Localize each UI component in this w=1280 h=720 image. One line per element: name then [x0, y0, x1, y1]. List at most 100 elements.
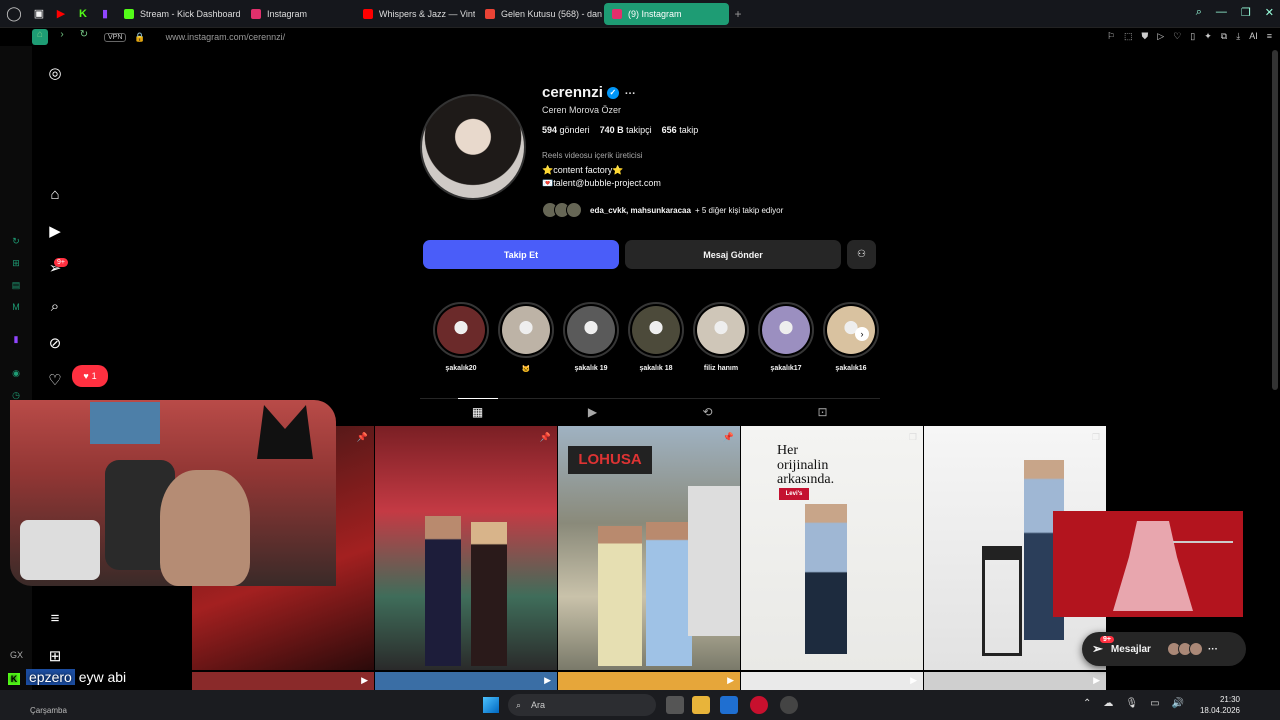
taskbar-search[interactable]: ⌕ Ara	[508, 694, 656, 716]
reels-icon[interactable]: ▶	[46, 222, 64, 240]
outlook-icon[interactable]	[720, 696, 738, 714]
pinned-tab-icon[interactable]: ▣	[28, 0, 50, 28]
post-thumbnail[interactable]: ▶	[192, 672, 374, 690]
bookmark-icon[interactable]: ⚐	[1107, 31, 1115, 42]
webcam-wall-logo	[257, 405, 313, 459]
followed-by[interactable]: eda_cvkk, mahsunkaracaa + 5 diğer kişi t…	[542, 202, 783, 218]
twitch-sidebar-icon[interactable]: ▮	[10, 334, 22, 346]
vpn-badge[interactable]: VPN	[104, 32, 127, 42]
menu-icon[interactable]: ≡	[1267, 31, 1272, 42]
minimize-icon[interactable]: —	[1216, 6, 1227, 19]
post-thumbnail[interactable]: ❐ Her orijinalin arkasında. Levi's	[741, 426, 923, 670]
refresh-sidebar-icon[interactable]: ↻	[10, 236, 22, 248]
battery-icon[interactable]: ▯	[1190, 31, 1195, 42]
post-thumbnail[interactable]: ▶	[375, 672, 557, 690]
chevron-up-icon[interactable]: ⌃	[1083, 698, 1091, 709]
music-overlay	[1053, 511, 1243, 617]
download-icon[interactable]: ⤓	[1236, 31, 1240, 42]
highlight-label: şakalık20	[445, 365, 477, 372]
app-icon[interactable]	[780, 696, 798, 714]
play-icon[interactable]: ▷	[1157, 31, 1164, 42]
notes-sidebar-icon[interactable]: ▤	[10, 280, 22, 292]
instagram-logo-icon[interactable]: ◎	[46, 64, 64, 82]
microphone-icon[interactable]: 🎙	[1125, 698, 1138, 709]
story-highlight[interactable]: şakalık 19	[563, 302, 619, 373]
clock[interactable]: 21:30 18.04.2026	[1200, 694, 1240, 716]
following-stat[interactable]: 656 takip	[662, 125, 699, 135]
story-highlight[interactable]: şakalık 18	[628, 302, 684, 373]
tagged-tab-icon[interactable]: ⊡	[803, 399, 843, 425]
player-sidebar-icon[interactable]: ◉	[10, 368, 22, 380]
notifications-heart-icon[interactable]: ♡	[46, 371, 64, 389]
suggested-users-icon[interactable]: ⚇	[847, 240, 876, 269]
profile-bio-line: ⭐content factory⭐	[542, 165, 624, 175]
post-thumbnail[interactable]: ▶	[924, 672, 1106, 690]
snapshot-icon[interactable]: ⬚	[1124, 31, 1133, 42]
maximize-icon[interactable]: ❐	[1241, 6, 1251, 19]
posts-grid-tab-icon[interactable]: ▦	[457, 398, 498, 424]
highlights-next-icon[interactable]: ›	[855, 327, 869, 341]
post-thumbnail[interactable]: ▶	[558, 672, 740, 690]
weather-widget[interactable]: Çarşamba	[30, 706, 67, 715]
reels-tab-icon[interactable]: ▶	[573, 399, 613, 425]
more-menu-icon[interactable]: ≡	[46, 609, 64, 627]
file-explorer-icon[interactable]	[692, 696, 710, 714]
extension-icon[interactable]: ✦	[1204, 31, 1212, 42]
opera-gx-icon[interactable]	[750, 696, 768, 714]
youtube-pinned-icon[interactable]: ▶	[50, 0, 72, 28]
new-tab-button[interactable]: +	[729, 7, 747, 21]
bag-sidebar-icon[interactable]: ⊞	[10, 258, 22, 270]
opera-logo-icon[interactable]: ◯	[0, 0, 28, 28]
story-highlight[interactable]: şakalık20	[433, 302, 489, 373]
browser-tab[interactable]: Stream - Kick Dashboard	[116, 3, 241, 25]
posts-stat[interactable]: 594 gönderi	[542, 125, 590, 135]
stool	[982, 546, 1022, 656]
scrollbar[interactable]	[1272, 50, 1278, 390]
network-icon[interactable]: ☁	[1103, 698, 1113, 709]
post-thumbnail[interactable]: ▶	[741, 672, 923, 690]
search-icon[interactable]: ⌕	[46, 297, 64, 315]
story-highlight[interactable]: şakalık16	[823, 302, 879, 373]
display-icon[interactable]: ▭	[1150, 698, 1159, 709]
puzzle-icon[interactable]: ⧉	[1221, 31, 1227, 42]
url-field[interactable]: www.instagram.com/cerennzi/	[166, 32, 286, 42]
close-icon[interactable]: ✕	[1265, 6, 1274, 19]
post-thumbnail[interactable]: 📌	[375, 426, 557, 670]
heart-icon[interactable]: ♡	[1173, 31, 1181, 42]
volume-icon[interactable]: 🔊	[1172, 698, 1184, 709]
task-view-icon[interactable]	[666, 696, 684, 714]
send-message-button[interactable]: Mesaj Gönder	[625, 240, 841, 269]
followers-stat[interactable]: 740 B takipçi	[600, 125, 652, 135]
follow-button[interactable]: Takip Et	[423, 240, 619, 269]
home-icon[interactable]: ⌂	[46, 185, 64, 203]
reposts-tab-icon[interactable]: ⟲	[688, 399, 728, 425]
kick-pinned-icon[interactable]: K	[72, 0, 94, 28]
story-highlight[interactable]: filiz hanım	[693, 302, 749, 373]
post-thumbnail[interactable]: 📌 LOHUSA	[558, 426, 740, 670]
home-button[interactable]: ⌂	[32, 29, 48, 45]
start-button[interactable]	[483, 697, 499, 713]
notification-popup[interactable]: ♥ 1	[72, 365, 108, 387]
mail-sidebar-icon[interactable]: M	[10, 302, 22, 314]
story-highlight[interactable]: şakalık17	[758, 302, 814, 373]
messages-pill[interactable]: ➢ 9+ Mesajlar ···	[1082, 632, 1246, 666]
search-icon[interactable]: ⌕	[1196, 6, 1202, 19]
reload-button[interactable]: ↻	[76, 29, 92, 45]
twitch-pinned-icon[interactable]: ▮	[94, 0, 116, 28]
browser-tab[interactable]: (9) Instagram	[604, 2, 729, 25]
browser-tab[interactable]: Whispers & Jazz — Vintag	[355, 3, 475, 25]
profile-avatar[interactable]	[420, 94, 526, 200]
browser-tab[interactable]: Instagram	[243, 3, 353, 25]
gx-sidebar-icon[interactable]: GX	[10, 650, 23, 662]
story-highlight[interactable]: 🐱	[498, 302, 554, 373]
more-options-icon[interactable]: ···	[625, 88, 636, 100]
browser-tab[interactable]: Gelen Kutusu (568) - danı	[477, 3, 602, 25]
shield-icon[interactable]: ⛊	[1142, 31, 1149, 42]
person-figure	[471, 522, 507, 666]
profile-bio-email[interactable]: 💌talent@bubble-project.com	[542, 178, 661, 189]
ai-icon[interactable]: AI	[1249, 31, 1258, 42]
also-from-meta-icon[interactable]: ⊞	[46, 647, 64, 665]
forward-button[interactable]: ›	[54, 29, 70, 45]
explore-icon[interactable]: ⊘	[46, 334, 64, 352]
pin-icon: 📌	[356, 432, 368, 442]
